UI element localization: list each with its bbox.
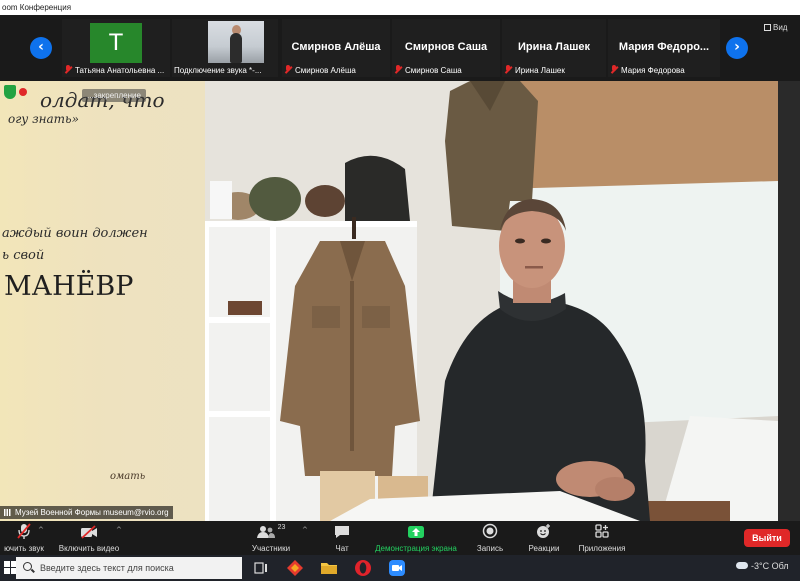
meeting-toolbar: ючить звук ^ Включить видео ^ 23 Участни…	[0, 521, 800, 555]
tile-footer: Смирнов Алёша	[282, 64, 390, 77]
weather-widget[interactable]: -3°C Обл	[736, 561, 789, 571]
speaker-name-text: Музей Военной Формы museum@rvio.org	[15, 508, 169, 517]
unmute-label: ючить звук	[4, 544, 44, 553]
wall-text: омать	[110, 471, 145, 482]
mic-muted-icon	[394, 65, 402, 74]
chevron-left-icon[interactable]: ‹	[30, 37, 52, 59]
zoom-app-icon[interactable]	[388, 559, 406, 577]
wall-text: аждый воин должен	[2, 226, 148, 241]
apps-label: Приложения	[578, 544, 626, 553]
weather-text: -3°C Обл	[751, 561, 789, 571]
shield-icon	[4, 85, 16, 99]
participant-big-name: Мария Федоро...	[618, 41, 710, 53]
participant-tile[interactable]: Мария Федоро... Мария Федорова	[608, 19, 720, 77]
taskbar-search-input[interactable]: Введите здесь текст для поиска	[16, 557, 242, 579]
mic-muted-icon	[504, 65, 512, 74]
mic-muted-icon	[64, 65, 72, 74]
task-view-icon[interactable]	[252, 559, 270, 577]
participant-tile[interactable]: Смирнов Алёша Смирнов Алёша	[282, 19, 390, 77]
search-icon	[23, 562, 32, 571]
wall-text: ь свой	[2, 248, 44, 263]
tile-footer: Смирнов Саша	[392, 64, 500, 77]
app-icon-diamond[interactable]	[286, 559, 304, 577]
view-button[interactable]: Вид	[764, 23, 787, 32]
participants-icon: 23	[244, 521, 298, 539]
share-screen-button[interactable]: Демонстрация экрана	[372, 521, 460, 555]
participant-name: Ирина Лашек	[515, 66, 565, 75]
leave-button[interactable]: Выйти	[744, 529, 790, 547]
os-taskbar: Введите здесь текст для поиска -3°C Обл	[0, 555, 800, 581]
video-off-icon	[54, 521, 124, 539]
tile-footer: Мария Федорова	[608, 64, 720, 77]
smile-plus-icon	[522, 521, 566, 539]
zoom-window: oom Конференция ‹ › Вид T Татьяна Анатол…	[0, 0, 800, 581]
reactions-label: Реакции	[528, 544, 560, 553]
chat-button[interactable]: Чат	[326, 521, 358, 555]
participants-button[interactable]: 23 Участники	[244, 521, 298, 555]
participant-big-name: Смирнов Алёша	[291, 41, 381, 53]
cloud-icon	[736, 562, 748, 569]
participants-label: Участники	[251, 544, 291, 553]
active-speaker-name: Музей Военной Формы museum@rvio.org	[0, 506, 173, 519]
participants-count: 23	[277, 524, 286, 531]
participant-tile[interactable]: Подключение звука *-...	[172, 19, 278, 77]
gallery-strip: ‹ › Вид T Татьяна Анатольевна ... Подклю…	[0, 15, 800, 81]
opera-browser-icon[interactable]	[354, 559, 372, 577]
share-screen-label: Демонстрация экрана	[375, 544, 457, 553]
mic-muted-icon	[610, 65, 618, 74]
participant-name: Мария Федорова	[621, 66, 685, 75]
reactions-button[interactable]: Реакции	[522, 521, 566, 555]
grid-icon	[764, 24, 771, 31]
record-button[interactable]: Запись	[470, 521, 510, 555]
participant-big-name: Смирнов Саша	[404, 41, 488, 53]
speaker-status	[4, 85, 27, 99]
window-title: oom Конференция	[0, 0, 800, 15]
wall-text: МАНЁВР	[4, 269, 133, 302]
participant-tile[interactable]: Ирина Лашек Ирина Лашек	[502, 19, 606, 77]
chevron-up-icon[interactable]: ^	[302, 526, 308, 534]
participant-tile[interactable]: T Татьяна Анатольевна ...	[62, 19, 170, 77]
apps-button[interactable]: Приложения	[574, 521, 630, 555]
participant-big-name: Ирина Лашек	[517, 41, 591, 53]
participant-tile[interactable]: Смирнов Саша Смирнов Саша	[392, 19, 500, 77]
participant-video-thumbnail	[208, 21, 264, 63]
avatar: T	[90, 23, 142, 63]
mic-muted-icon	[284, 65, 292, 74]
start-video-label: Включить видео	[58, 544, 120, 553]
search-placeholder: Введите здесь текст для поиска	[40, 563, 174, 573]
chat-label: Чат	[335, 544, 349, 553]
participant-name: Подключение звука *-...	[174, 66, 262, 75]
view-label: Вид	[773, 23, 788, 32]
chevron-up-icon[interactable]: ^	[38, 526, 44, 534]
tile-footer: Подключение звука *-...	[172, 64, 278, 77]
participant-name: Смирнов Саша	[405, 66, 462, 75]
start-video-button[interactable]: Включить видео	[54, 521, 124, 555]
share-screen-icon	[372, 521, 460, 539]
chat-icon	[326, 521, 358, 539]
record-icon	[470, 521, 510, 539]
participant-name: Татьяна Анатольевна ...	[75, 66, 165, 75]
pin-status-label[interactable]: ...закрепление	[82, 89, 146, 102]
wall-text: огу знать»	[8, 112, 79, 126]
recording-indicator-icon	[19, 88, 27, 96]
participant-name: Смирнов Алёша	[295, 66, 356, 75]
main-video[interactable]: олдат, что огу знать» аждый воин должен …	[0, 81, 800, 521]
chevron-right-icon[interactable]: ›	[726, 37, 748, 59]
file-explorer-icon[interactable]	[320, 559, 338, 577]
chevron-up-icon[interactable]: ^	[116, 526, 122, 534]
apps-icon	[574, 521, 630, 539]
signal-strength-icon	[4, 509, 12, 516]
speaker-video-frame: олдат, что огу знать» аждый воин должен …	[0, 81, 800, 521]
tile-footer: Татьяна Анатольевна ...	[62, 64, 170, 77]
tile-footer: Ирина Лашек	[502, 64, 606, 77]
record-label: Запись	[476, 544, 504, 553]
